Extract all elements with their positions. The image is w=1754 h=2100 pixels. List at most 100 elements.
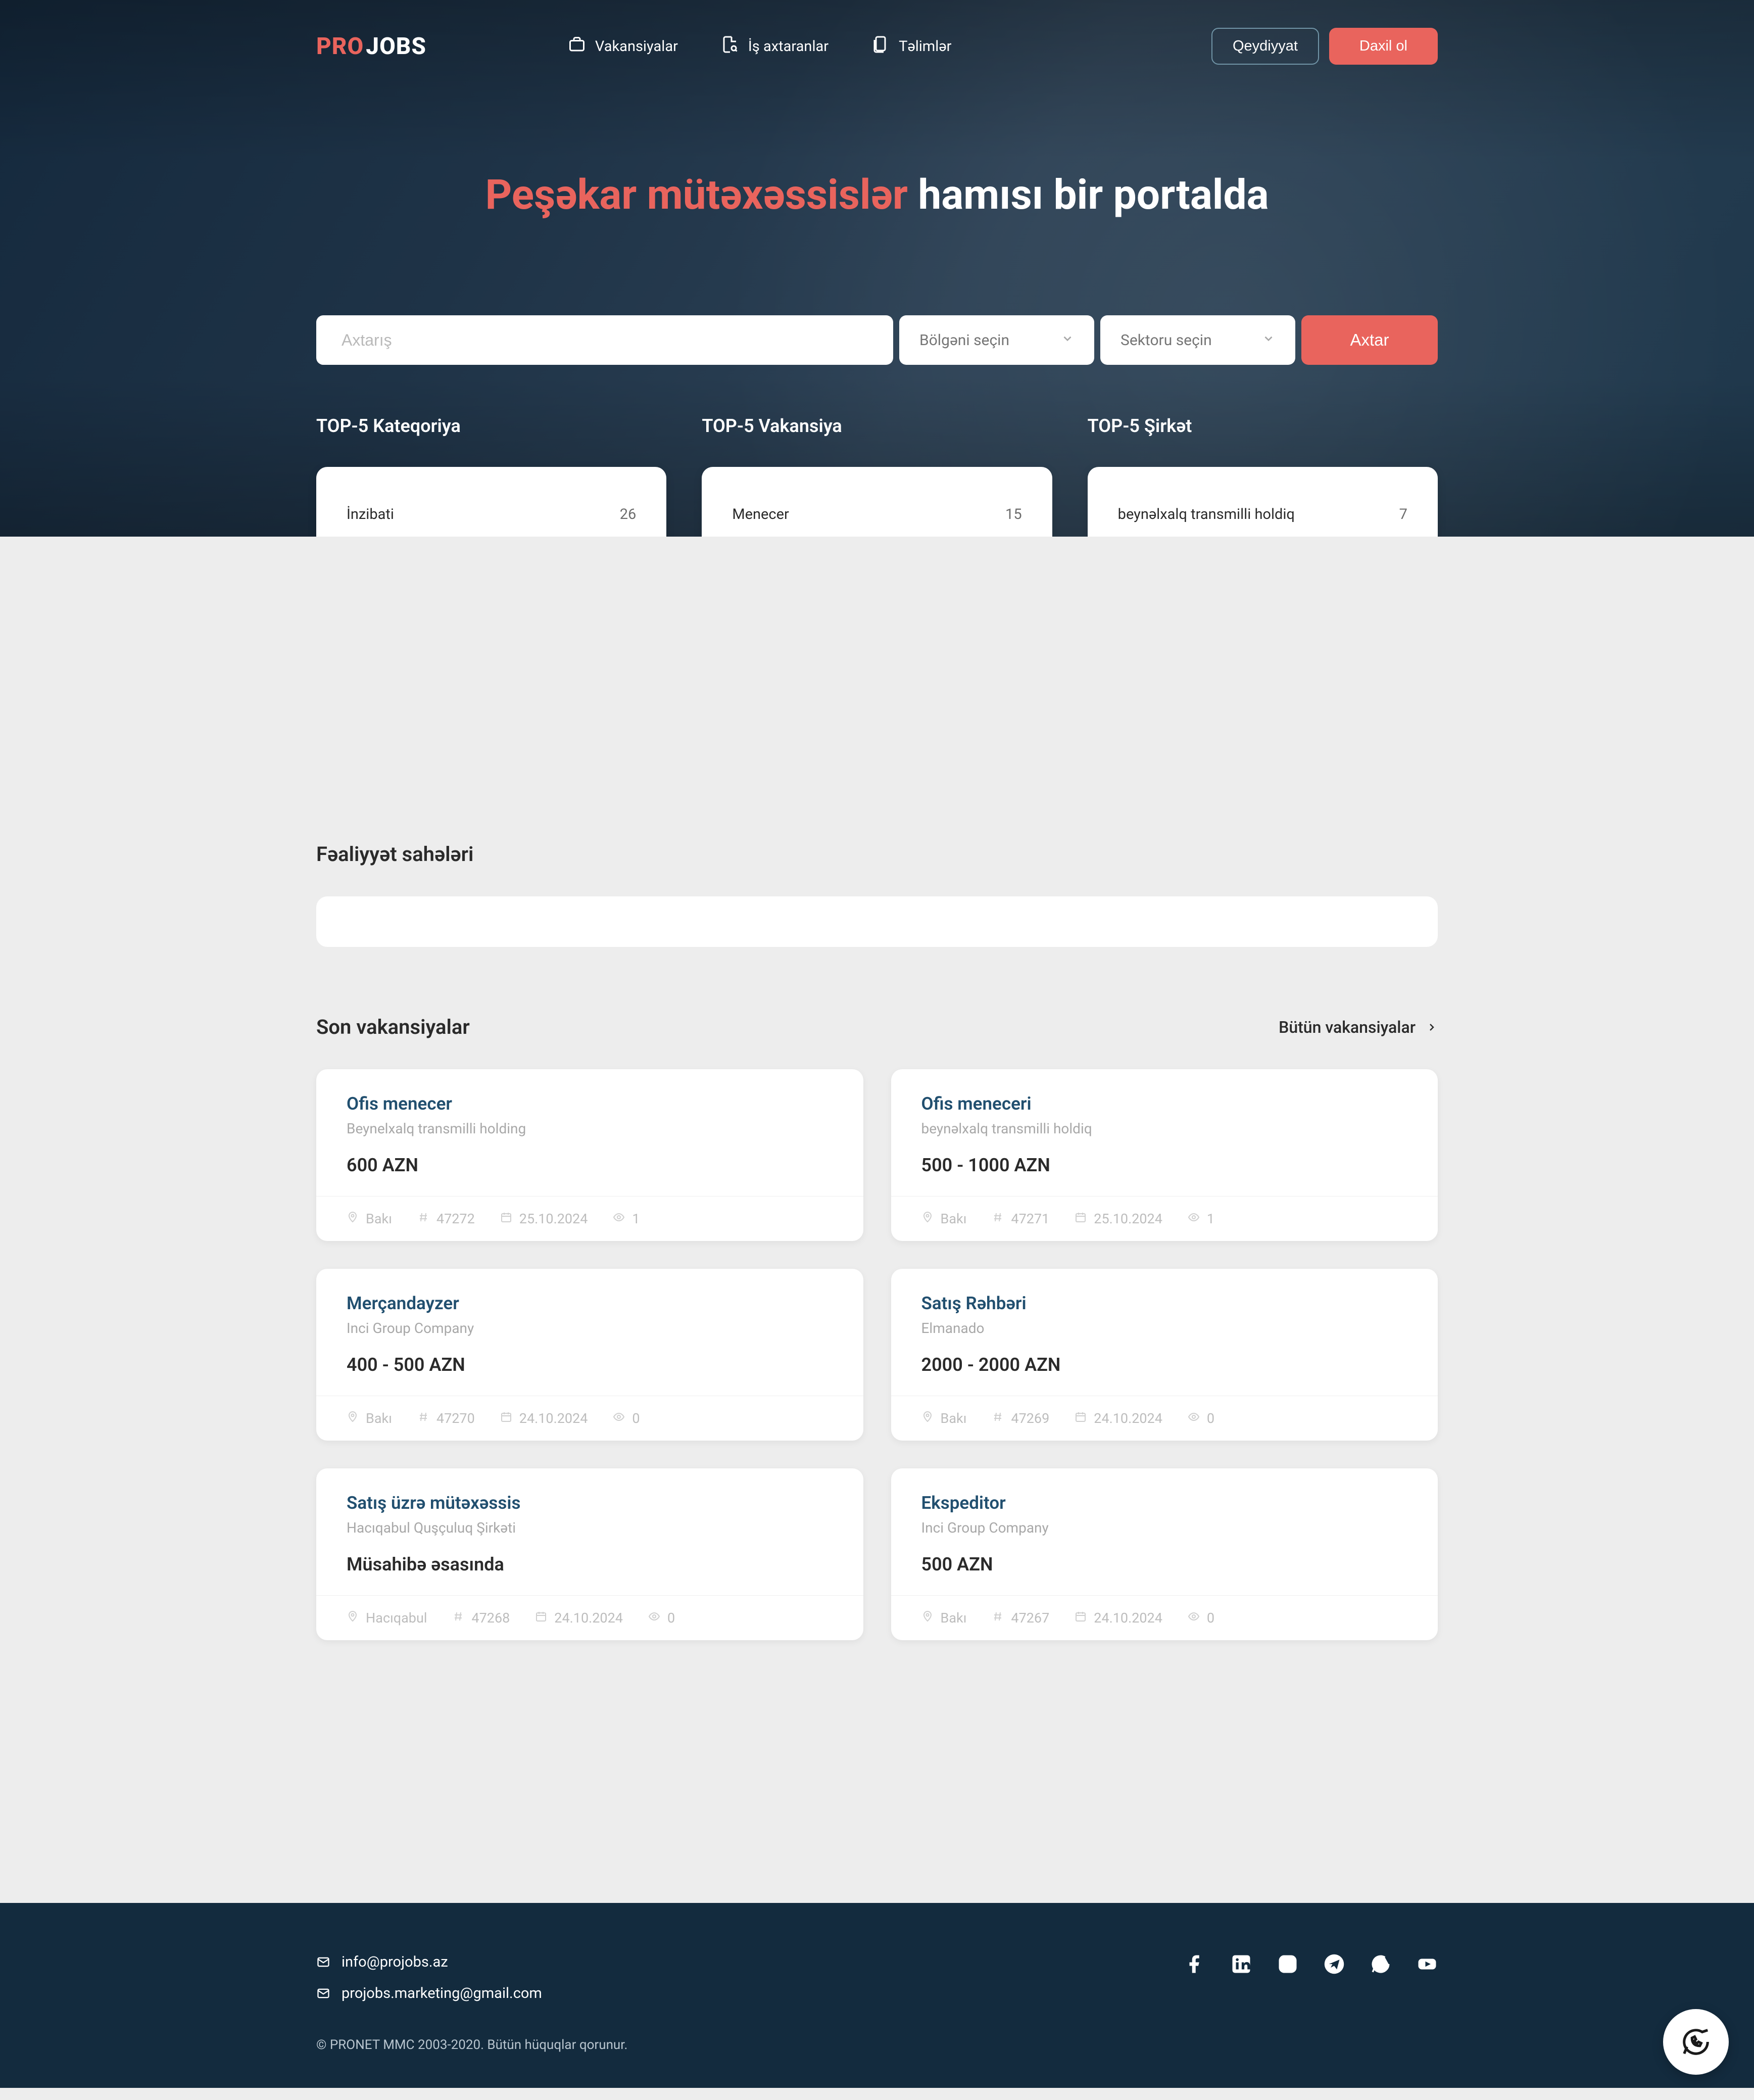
top5-vacancies-card: Menecer15 Ofis menecmenti10 Mühafizə xid… (702, 467, 1052, 537)
nav-jobseekers[interactable]: İş axtaranlar (721, 35, 829, 58)
vacancy-id: 47271 (992, 1211, 1049, 1227)
telegram-icon[interactable] (1324, 1953, 1345, 1975)
top5-companies-card: beynəlxalq transmilli holdiq7 Hacıqabul … (1088, 467, 1438, 537)
vacancy-footer: Bakı4727125.10.20241 (891, 1196, 1438, 1241)
top5-vacancy-label: Menecer (732, 506, 789, 523)
vacancy-city: Bakı (347, 1410, 392, 1426)
vacancy-company: Hacıqabul Quşçuluq Şirkəti (347, 1519, 833, 1536)
vacancy-card[interactable]: MerçandayzerInci Group Company400 - 500 … (316, 1269, 863, 1441)
linkedin-icon[interactable] (1231, 1953, 1252, 1975)
whatsapp-fab[interactable] (1663, 2009, 1729, 2075)
all-vacancies-label: Bütün vakansiyalar (1279, 1018, 1416, 1037)
nav-trainings[interactable]: Təlimlər (871, 35, 951, 58)
whatsapp-icon[interactable] (1370, 1953, 1391, 1975)
latest-vacancies-title: Son vakansiyalar (316, 1015, 470, 1039)
eye-icon (648, 1610, 660, 1626)
vacancy-card[interactable]: EkspeditorInci Group Company500 AZNBakı4… (891, 1468, 1438, 1640)
footer-email-2-text: projobs.marketing@gmail.com (342, 1985, 542, 2002)
activity-areas-strip[interactable] (316, 896, 1438, 947)
chevron-right-icon (1426, 1021, 1438, 1033)
vacancy-date: 24.10.2024 (1075, 1610, 1162, 1626)
vacancy-title[interactable]: Satış üzrə mütəxəssis (347, 1493, 833, 1513)
vacancy-city: Bakı (347, 1211, 392, 1227)
vacancy-card[interactable]: Satış üzrə mütəxəssis Hacıqabul Quşçuluq … (316, 1468, 863, 1640)
hero-title: Peşəkar mütəxəssislər hamısı bir portald… (316, 171, 1438, 219)
vacancy-title[interactable]: Ofis meneceri (921, 1093, 1408, 1114)
facebook-icon[interactable] (1184, 1953, 1205, 1975)
search-bar: Bölgəni seçin Sektoru seçin Axtar (316, 315, 1438, 365)
whatsapp-icon (1680, 2026, 1712, 2058)
chevron-down-icon (1061, 331, 1074, 349)
chevron-down-icon (1262, 331, 1275, 349)
top5-company-item[interactable]: Hacıqabul Quşçuluq Şirkəti7 (1118, 534, 1407, 537)
vacancy-salary: 500 AZN (921, 1554, 1408, 1575)
vacancy-company: Inci Group Company (921, 1519, 1408, 1536)
eye-icon (613, 1211, 625, 1227)
main-body: Fəaliyyət sahələri Son vakansiyalar Bütü… (0, 537, 1754, 1903)
top5-category-item[interactable]: İnzibati 26 (347, 495, 636, 534)
hero-title-accent: Peşəkar mütəxəssislər (485, 171, 908, 219)
vacancy-salary: 2000 - 2000 AZN (921, 1354, 1408, 1375)
vacancy-footer: Hacıqabul4726824.10.20240 (316, 1595, 863, 1640)
top5-companies-title: TOP-5 Şirkət (1088, 415, 1438, 437)
vacancy-footer: Bakı4727024.10.20240 (316, 1396, 863, 1441)
vacancy-title[interactable]: Merçandayzer (347, 1293, 833, 1314)
logo[interactable]: PRO JOBS (316, 33, 426, 60)
search-button[interactable]: Axtar (1301, 315, 1438, 365)
top5-company-item[interactable]: beynəlxalq transmilli holdiq7 (1118, 495, 1407, 534)
search-input[interactable] (316, 315, 893, 365)
vacancy-date: 24.10.2024 (535, 1610, 623, 1626)
vacancy-title[interactable]: Ofis menecer (347, 1093, 833, 1114)
footer-email-2[interactable]: projobs.marketing@gmail.com (316, 1985, 542, 2002)
top5-category-label: İnzibati (347, 506, 394, 523)
top5-category-item[interactable]: Xidmət9 (347, 534, 636, 537)
vacancy-title[interactable]: Ekspeditor (921, 1493, 1408, 1513)
location-icon (347, 1211, 359, 1227)
mail-icon (316, 1955, 330, 1969)
vacancy-id: 47267 (992, 1610, 1049, 1626)
region-select-label: Bölgəni seçin (919, 331, 1009, 349)
vacancy-views: 1 (1188, 1211, 1214, 1227)
nav-vacancies[interactable]: Vakansiyalar (568, 35, 678, 58)
hash-icon (992, 1410, 1004, 1426)
vacancy-salary: Müsahibə əsasında (347, 1554, 833, 1575)
vacancy-footer: Bakı4726924.10.20240 (891, 1396, 1438, 1441)
login-button[interactable]: Daxil ol (1329, 28, 1438, 65)
vacancy-id: 47268 (452, 1610, 510, 1626)
hash-icon (417, 1410, 429, 1426)
location-icon (347, 1610, 359, 1626)
vacancy-company: Inci Group Company (347, 1320, 833, 1337)
sector-select[interactable]: Sektoru seçin (1100, 315, 1295, 365)
vacancy-grid: Ofis menecer Beynelxalq transmilli holdin… (316, 1069, 1438, 1640)
vacancy-title[interactable]: Satış Rəhbəri (921, 1293, 1408, 1314)
calendar-icon (535, 1610, 547, 1626)
register-button[interactable]: Qeydiyyat (1211, 28, 1319, 65)
footer-email-1-text: info@projobs.az (342, 1953, 448, 1971)
top5-vacancy-item[interactable]: Ofis menecmenti10 (732, 534, 1021, 537)
top5-company-label: beynəlxalq transmilli holdiq (1118, 506, 1295, 523)
vacancy-card[interactable]: Ofis menecer Beynelxalq transmilli holdin… (316, 1069, 863, 1241)
calendar-icon (1075, 1410, 1087, 1426)
vacancy-company: Beynelxalq transmilli holding (347, 1120, 833, 1137)
all-vacancies-link[interactable]: Bütün vakansiyalar (1279, 1018, 1438, 1037)
top5-row: TOP-5 Kateqoriya İnzibati26 Xidmət9 Səna… (316, 415, 1438, 537)
document-stack-icon (871, 35, 890, 58)
hash-icon (452, 1610, 464, 1626)
vacancy-card[interactable]: Ofis meneceri beynəlxalq transmilli holdi… (891, 1069, 1438, 1241)
footer-email-1[interactable]: info@projobs.az (316, 1953, 542, 1971)
region-select[interactable]: Bölgəni seçin (899, 315, 1094, 365)
footer-copyright: © PRONET MMC 2003-2020. Bütün hüquqlar q… (316, 2037, 1438, 2053)
calendar-icon (1075, 1211, 1087, 1227)
location-icon (921, 1211, 934, 1227)
vacancy-company: beynəlxalq transmilli holdiq (921, 1120, 1408, 1137)
top5-categories-title: TOP-5 Kateqoriya (316, 415, 666, 437)
instagram-icon[interactable] (1277, 1953, 1298, 1975)
vacancy-card[interactable]: Satış Rəhbəri Elmanado 2000 - 2000 AZN Bakı… (891, 1269, 1438, 1441)
youtube-icon[interactable] (1417, 1953, 1438, 1975)
top5-category-count: 26 (620, 506, 637, 523)
vacancy-city: Bakı (921, 1211, 967, 1227)
top5-vacancy-item[interactable]: Menecer15 (732, 495, 1021, 534)
top5-vacancies-title: TOP-5 Vakansiya (702, 415, 1052, 437)
vacancy-company: Elmanado (921, 1320, 1408, 1337)
vacancy-views: 0 (648, 1610, 675, 1626)
